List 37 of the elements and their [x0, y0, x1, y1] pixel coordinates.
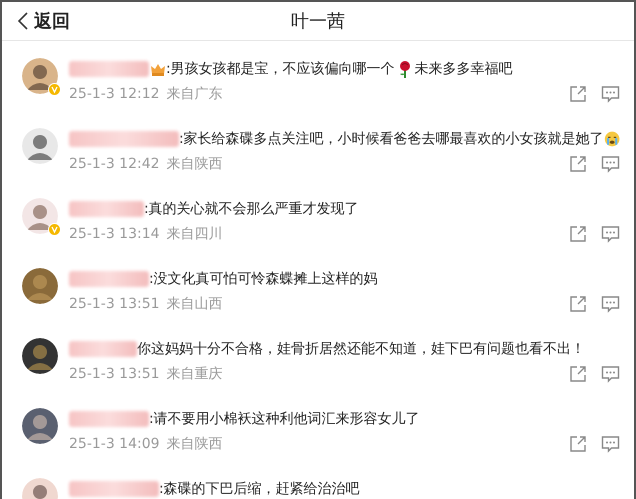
comment-time: 25-1-3 14:09 — [69, 436, 160, 452]
page-title: 叶一茜 — [291, 10, 345, 33]
comment-time: 25-1-3 12:42 — [69, 156, 160, 172]
avatar[interactable] — [22, 408, 58, 444]
comment-time: 25-1-3 13:14 — [69, 226, 160, 242]
comment-text: :没文化真可怕可怜森蝶摊上这样的妈 — [149, 270, 378, 288]
comment-location: 来自陕西 — [166, 155, 223, 173]
comment-location: 来自四川 — [166, 225, 223, 243]
comment-text: :请不要用小棉袄这种利他词汇来形容女儿了 — [149, 410, 420, 428]
comment-text: 你这妈妈十分不合格，娃骨折居然还能不知道，娃下巴有问题也看不出！ — [137, 340, 585, 358]
share-icon[interactable] — [569, 85, 587, 103]
comment-text: :真的关心就不会那么严重才发现了 — [144, 200, 359, 218]
back-icon — [18, 12, 28, 30]
share-icon[interactable] — [569, 435, 587, 453]
comment-icon[interactable] — [601, 365, 620, 383]
share-icon[interactable] — [569, 225, 587, 243]
comment-icon[interactable] — [601, 155, 620, 173]
share-icon[interactable] — [569, 365, 587, 383]
comment-icon[interactable] — [601, 225, 620, 243]
comment-icon[interactable] — [601, 85, 620, 103]
share-icon[interactable] — [569, 295, 587, 313]
share-icon[interactable] — [569, 155, 587, 173]
comment-icon[interactable] — [601, 435, 620, 453]
comment-text: :家长给森碟多点关注吧，小时候看爸爸去哪最喜欢的小女孩就是她了 — [179, 130, 604, 148]
comment-text: 未来多多幸福吧 — [414, 60, 513, 78]
comment-location: 来自重庆 — [166, 365, 223, 383]
comment-location: 来自广东 — [166, 85, 223, 103]
comment-location: 来自山西 — [166, 295, 223, 313]
comment-time: 25-1-3 12:12 — [69, 86, 160, 102]
back-button[interactable]: 返回 — [16, 7, 72, 35]
comment-text: :男孩女孩都是宝，不应该偏向哪一个 — [166, 60, 395, 78]
comment-time: 25-1-3 13:51 — [69, 296, 160, 312]
comment-time: 25-1-3 13:51 — [69, 366, 160, 382]
comment-icon[interactable] — [601, 295, 620, 313]
avatar[interactable] — [22, 338, 58, 374]
comment-text: :森碟的下巴后缩，赶紧给治治吧 — [159, 480, 360, 498]
comment-location: 来自陕西 — [166, 435, 223, 453]
